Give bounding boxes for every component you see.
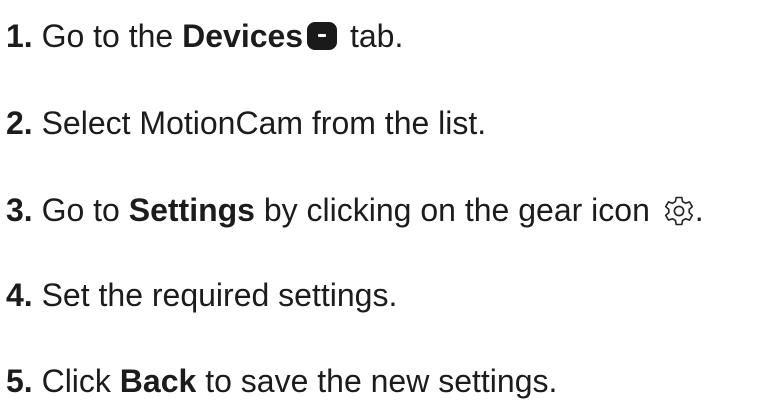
gear-icon (664, 196, 693, 226)
step-text: by clicking on the gear icon (254, 192, 659, 228)
step-text: Go to (32, 192, 129, 228)
step-text: Select MotionCam from the list. (32, 105, 487, 141)
step-number: 2. (6, 105, 33, 141)
step-4: 4. Set the required settings. (6, 270, 397, 320)
step-text: Go to the (32, 18, 183, 54)
step-number: 4. (6, 277, 33, 313)
step-text: Set the required settings. (32, 277, 398, 313)
devices-tab-label: Devices (182, 18, 304, 54)
step-1: 1. Go to the Devices tab. (6, 11, 403, 61)
step-number: 3. (6, 192, 33, 228)
step-5: 5. Click Back to save the new settings. (6, 356, 557, 406)
settings-label: Settings (128, 192, 255, 228)
step-number: 1. (6, 18, 33, 54)
step-2: 2. Select MotionCam from the list. (6, 98, 486, 148)
devices-icon (307, 22, 338, 50)
step-text: . (694, 192, 704, 228)
step-text: tab. (341, 18, 404, 54)
step-3: 3. Go to Settings by clicking on the gea… (6, 185, 704, 235)
